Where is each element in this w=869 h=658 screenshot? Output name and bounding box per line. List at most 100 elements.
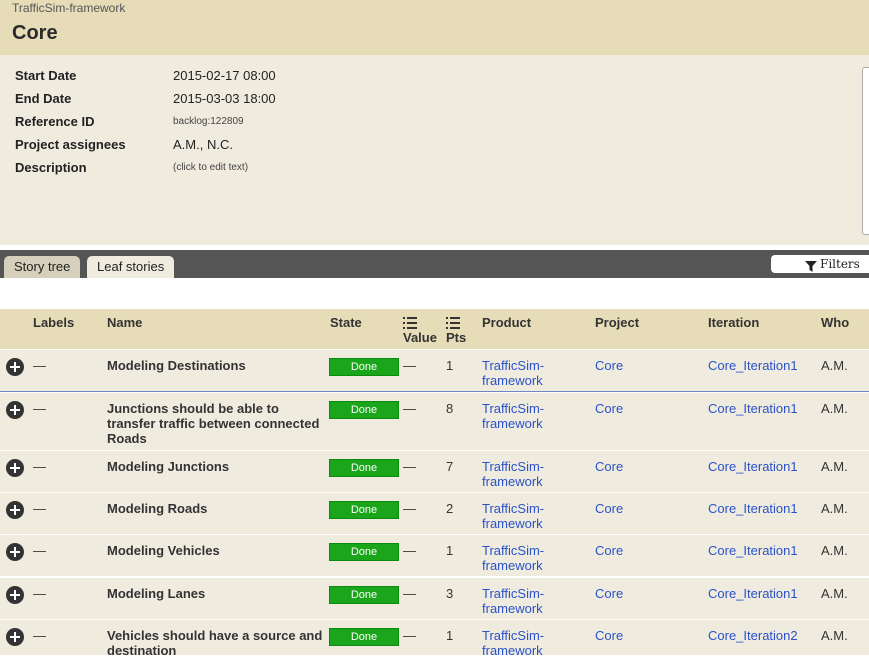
expand-plus-icon[interactable] <box>6 358 24 376</box>
product-link[interactable]: TrafficSim-framework <box>482 501 572 531</box>
points-cell: 8 <box>446 401 454 416</box>
value-cell: — <box>403 459 416 474</box>
expand-plus-icon[interactable] <box>6 543 24 561</box>
reference-id-row: Reference ID backlog:122809 <box>0 114 600 134</box>
page-header: TrafficSim-framework Core <box>0 0 869 55</box>
state-badge[interactable]: Done <box>329 628 399 646</box>
column-header-state[interactable]: State <box>330 315 362 330</box>
column-header-value[interactable]: Value <box>403 330 437 345</box>
story-name[interactable]: Modeling Junctions <box>107 459 329 474</box>
start-date-row: Start Date 2015-02-17 08:00 <box>0 68 600 88</box>
points-cell: 7 <box>446 459 454 474</box>
product-link[interactable]: TrafficSim-framework <box>482 543 572 573</box>
start-date-value[interactable]: 2015-02-17 08:00 <box>173 68 276 83</box>
expand-plus-icon[interactable] <box>6 628 24 646</box>
table-row[interactable]: — Vehicles should have a source and dest… <box>0 619 869 658</box>
expand-plus-icon[interactable] <box>6 401 24 419</box>
state-badge[interactable]: Done <box>329 459 399 477</box>
table-row[interactable]: — Modeling Roads Done — 2 TrafficSim-fra… <box>0 492 869 534</box>
iteration-link[interactable]: Core_Iteration2 <box>708 628 798 643</box>
iteration-link[interactable]: Core_Iteration1 <box>708 501 798 516</box>
who-cell: A.M. <box>821 586 848 601</box>
table-header: Labels Name State Value Pts Product Proj… <box>0 309 869 349</box>
story-name[interactable]: Modeling Destinations <box>107 358 329 373</box>
breadcrumb[interactable]: TrafficSim-framework <box>12 1 125 15</box>
end-date-label: End Date <box>15 91 72 106</box>
value-cell: — <box>403 586 416 601</box>
who-cell: A.M. <box>821 543 848 558</box>
description-value[interactable]: (click to edit text) <box>173 162 248 173</box>
value-cell: — <box>403 628 416 643</box>
column-header-who[interactable]: Who <box>821 315 849 330</box>
state-badge[interactable]: Done <box>329 358 399 376</box>
table-row[interactable]: — Modeling Lanes Done — 3 TrafficSim-fra… <box>0 577 869 619</box>
labels-cell: — <box>33 459 46 474</box>
assignees-value[interactable]: A.M., N.C. <box>173 137 233 152</box>
who-cell: A.M. <box>821 459 848 474</box>
page-title: Core <box>12 22 58 44</box>
story-name[interactable]: Modeling Lanes <box>107 586 329 601</box>
product-link[interactable]: TrafficSim-framework <box>482 358 572 388</box>
value-cell: — <box>403 501 416 516</box>
project-link[interactable]: Core <box>595 543 623 558</box>
tab-leaf-stories[interactable]: Leaf stories <box>87 256 175 278</box>
product-link[interactable]: TrafficSim-framework <box>482 401 572 431</box>
points-cell: 1 <box>446 358 454 373</box>
project-link[interactable]: Core <box>595 358 623 373</box>
project-link[interactable]: Core <box>595 459 623 474</box>
start-date-label: Start Date <box>15 68 77 83</box>
story-name[interactable]: Modeling Roads <box>107 501 329 516</box>
reference-id-value: backlog:122809 <box>173 116 244 127</box>
side-panel[interactable] <box>862 67 869 235</box>
expand-plus-icon[interactable] <box>6 501 24 519</box>
product-link[interactable]: TrafficSim-framework <box>482 459 572 489</box>
state-badge[interactable]: Done <box>329 401 399 419</box>
iteration-link[interactable]: Core_Iteration1 <box>708 358 798 373</box>
project-link[interactable]: Core <box>595 628 623 643</box>
who-cell: A.M. <box>821 401 848 416</box>
points-cell: 1 <box>446 543 454 558</box>
filter-icon <box>805 259 817 277</box>
end-date-value[interactable]: 2015-03-03 18:00 <box>173 91 276 106</box>
reference-id-label: Reference ID <box>15 114 95 129</box>
project-link[interactable]: Core <box>595 401 623 416</box>
table-row[interactable]: — Modeling Destinations Done — 1 Traffic… <box>0 349 869 392</box>
iteration-link[interactable]: Core_Iteration1 <box>708 459 798 474</box>
table-row[interactable]: — Junctions should be able to transfer t… <box>0 392 869 450</box>
column-header-name[interactable]: Name <box>107 315 142 330</box>
who-cell: A.M. <box>821 501 848 516</box>
state-badge[interactable]: Done <box>329 586 399 604</box>
project-link[interactable]: Core <box>595 501 623 516</box>
column-header-iteration[interactable]: Iteration <box>708 315 759 330</box>
iteration-info-panel: Start Date 2015-02-17 08:00 End Date 201… <box>0 55 869 245</box>
product-link[interactable]: TrafficSim-framework <box>482 586 572 616</box>
description-row: Description (click to edit text) <box>0 160 600 180</box>
assignees-label: Project assignees <box>15 137 126 152</box>
expand-plus-icon[interactable] <box>6 459 24 477</box>
story-name[interactable]: Junctions should be able to transfer tra… <box>107 401 329 446</box>
labels-cell: — <box>33 543 46 558</box>
column-header-pts[interactable]: Pts <box>446 330 466 345</box>
points-cell: 2 <box>446 501 454 516</box>
tab-story-tree[interactable]: Story tree <box>4 256 81 278</box>
column-header-labels[interactable]: Labels <box>33 315 74 330</box>
project-link[interactable]: Core <box>595 586 623 601</box>
table-row[interactable]: — Modeling Junctions Done — 7 TrafficSim… <box>0 450 869 492</box>
description-label: Description <box>15 160 87 175</box>
column-header-product[interactable]: Product <box>482 315 531 330</box>
iteration-link[interactable]: Core_Iteration1 <box>708 586 798 601</box>
table-row[interactable]: — Modeling Vehicles Done — 1 TrafficSim-… <box>0 534 869 576</box>
expand-plus-icon[interactable] <box>6 586 24 604</box>
labels-cell: — <box>33 628 46 643</box>
state-badge[interactable]: Done <box>329 543 399 561</box>
assignees-row: Project assignees A.M., N.C. <box>0 137 600 157</box>
filters-button[interactable]: Filters <box>771 255 869 273</box>
iteration-link[interactable]: Core_Iteration1 <box>708 543 798 558</box>
column-header-project[interactable]: Project <box>595 315 639 330</box>
labels-cell: — <box>33 501 46 516</box>
story-name[interactable]: Modeling Vehicles <box>107 543 329 558</box>
labels-cell: — <box>33 358 46 373</box>
state-badge[interactable]: Done <box>329 501 399 519</box>
iteration-link[interactable]: Core_Iteration1 <box>708 401 798 416</box>
points-cell: 1 <box>446 628 454 643</box>
